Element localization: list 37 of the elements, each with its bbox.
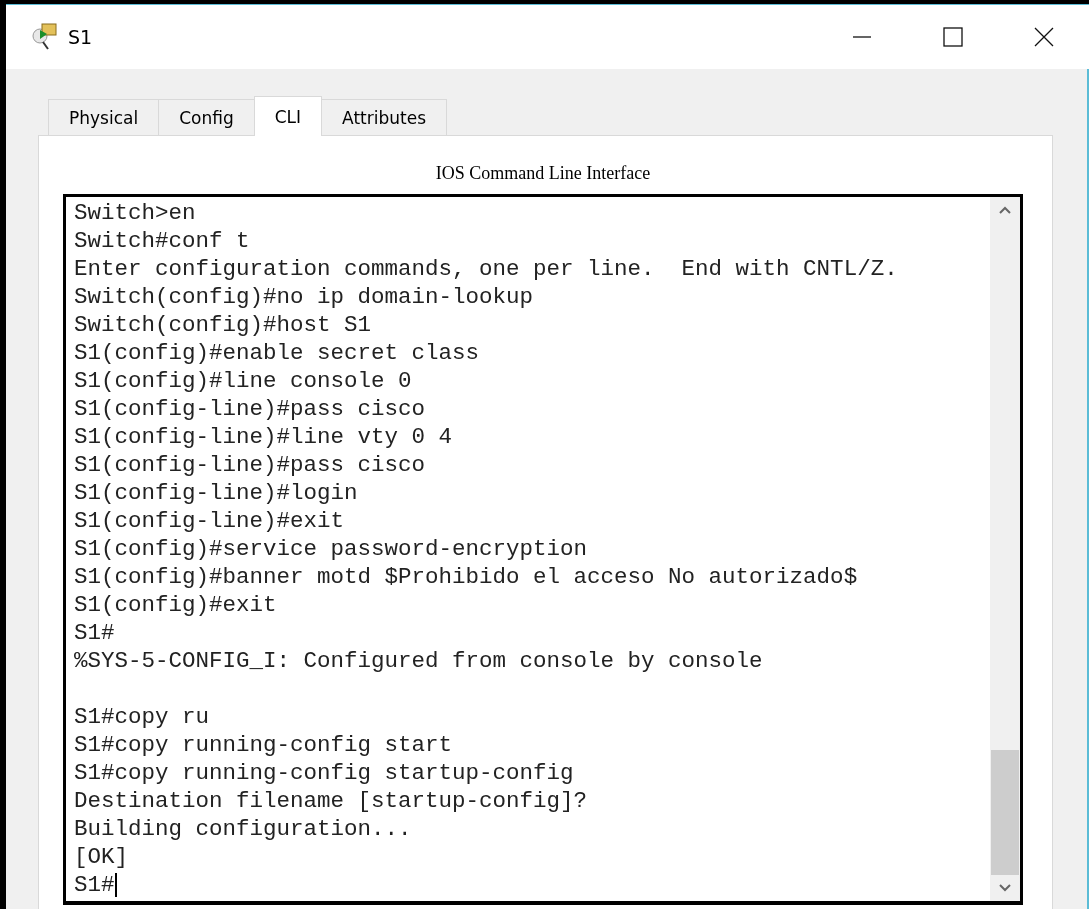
minimize-icon: [851, 36, 872, 38]
terminal-line: Enter configuration commands, one per line. End with CNTL/Z.: [74, 255, 898, 283]
terminal-line: S1(config-line)#exit: [74, 507, 345, 535]
scrollbar[interactable]: [990, 197, 1020, 901]
terminal-line: S1(config)#banner motd $Prohibido el acceso No autorizado$: [74, 563, 858, 591]
terminal-line: [OK]: [74, 843, 128, 871]
close-icon: [1033, 27, 1054, 47]
terminal-line: S1(config)#line console 0: [74, 367, 412, 395]
terminal-line: Destination filename [startup-config]?: [74, 787, 588, 815]
terminal-line: Switch(config)#no ip domain-lookup: [74, 283, 534, 311]
terminal-line: Switch(config)#host S1: [74, 311, 372, 339]
terminal-line: S1(config-line)#pass cisco: [74, 451, 426, 479]
window-title: S1: [68, 26, 93, 48]
terminal-line: S1(config-line)#login: [74, 479, 358, 507]
terminal-line: S1(config-line)#line vty 0 4: [74, 423, 453, 451]
terminal-line: S1#: [74, 619, 115, 647]
chevron-up-icon[interactable]: [998, 205, 1012, 215]
terminal-line: S1(config)#enable secret class: [74, 339, 480, 367]
terminal-line: S1#: [74, 871, 115, 899]
terminal-line: Switch#conf t: [74, 227, 250, 255]
terminal-line: Switch>en: [74, 199, 196, 227]
terminal-line: S1#copy running-config startup-config: [74, 759, 574, 787]
tab[interactable]: Physical: [48, 99, 160, 135]
scrollbar-thumb[interactable]: [991, 750, 1019, 875]
terminal-line: S1#copy ru: [74, 703, 210, 731]
tab[interactable]: Attributes: [321, 99, 447, 135]
terminal-line: S1(config-line)#pass cisco: [74, 395, 426, 423]
tab[interactable]: CLI: [253, 96, 323, 136]
panel-heading: IOS Command Line Interface: [434, 162, 652, 185]
maximize-icon: [942, 27, 963, 47]
terminal-line: Building configuration...: [74, 815, 412, 843]
terminal-line: %SYS-5-CONFIG_I: Configured from console by console: [74, 647, 763, 675]
terminal-line: S1#copy running-config start: [74, 731, 453, 759]
terminal-line: S1(config)#exit: [74, 591, 277, 619]
magnifier-box-icon: [30, 22, 60, 52]
terminal-line: S1(config)#service password-encryption: [74, 535, 588, 563]
chevron-down-icon[interactable]: [998, 883, 1012, 893]
